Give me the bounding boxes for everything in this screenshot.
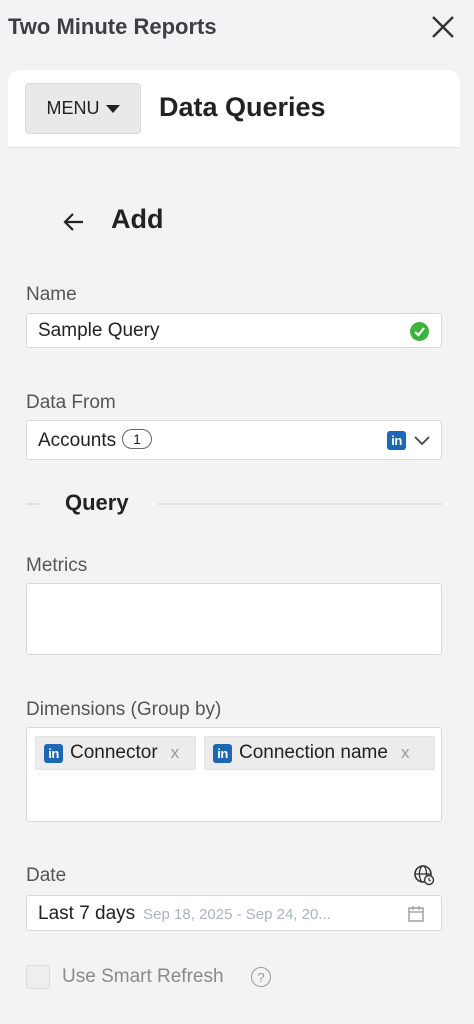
menu-button[interactable]: MENU xyxy=(25,83,141,134)
caret-down-icon xyxy=(105,104,120,113)
arrow-left-icon xyxy=(63,213,83,231)
date-value-wrap: Last 7 days Sep 18, 2025 - Sep 24, 20... xyxy=(38,903,331,925)
dimension-chip[interactable]: in Connector x xyxy=(35,736,196,770)
close-icon xyxy=(432,16,454,38)
back-button[interactable] xyxy=(60,204,88,240)
linkedin-icon: in xyxy=(387,431,406,450)
dimensions-field[interactable]: in Connector x in Connection name x xyxy=(26,727,442,822)
menu-label: MENU xyxy=(46,98,100,118)
metrics-label: Metrics xyxy=(26,555,88,576)
section-divider-left xyxy=(26,503,40,505)
help-icon[interactable]: ? xyxy=(251,967,271,987)
data-from-select[interactable]: Accounts 1 in xyxy=(26,420,442,460)
data-from-value-wrap: Accounts 1 xyxy=(38,429,152,452)
chevron-down-icon xyxy=(414,436,430,446)
linkedin-icon: in xyxy=(213,743,232,763)
data-from-label: Data From xyxy=(26,392,116,413)
dimension-chip-label: Connection name xyxy=(239,742,388,763)
date-range-text: Sep 18, 2025 - Sep 24, 20... xyxy=(143,906,331,923)
date-field[interactable]: Last 7 days Sep 18, 2025 - Sep 24, 20... xyxy=(26,895,442,931)
accounts-count-badge: 1 xyxy=(122,429,152,449)
query-panel: MENU Data Queries Add Name Sample Query … xyxy=(8,70,460,1024)
panel-header: MENU Data Queries xyxy=(8,70,460,148)
date-label: Date xyxy=(26,865,67,886)
name-value: Sample Query xyxy=(38,320,160,341)
linkedin-icon: in xyxy=(44,743,63,763)
page-title: Data Queries xyxy=(159,92,326,122)
check-circle-icon xyxy=(410,322,429,341)
name-field[interactable]: Sample Query xyxy=(26,313,442,348)
app-title: Two Minute Reports xyxy=(8,14,217,39)
name-label: Name xyxy=(26,284,77,305)
dimension-chip-label: Connector xyxy=(70,742,158,763)
query-section-title: Query xyxy=(65,490,129,515)
metrics-field[interactable] xyxy=(26,583,442,655)
data-from-value: Accounts xyxy=(38,430,117,451)
section-divider-right xyxy=(158,503,442,505)
date-value: Last 7 days xyxy=(38,903,136,924)
globe-clock-icon[interactable] xyxy=(412,863,436,887)
chip-remove-icon[interactable]: x xyxy=(171,743,180,763)
form-heading: Add xyxy=(111,204,164,234)
calendar-icon[interactable] xyxy=(407,905,425,923)
chip-remove-icon[interactable]: x xyxy=(401,743,410,763)
top-bar: Two Minute Reports xyxy=(0,0,474,56)
dimension-chip[interactable]: in Connection name x xyxy=(204,736,435,770)
smart-refresh-checkbox[interactable] xyxy=(26,965,50,989)
close-button[interactable] xyxy=(428,12,458,42)
smart-refresh-label: Use Smart Refresh xyxy=(62,966,224,987)
dimensions-label: Dimensions (Group by) xyxy=(26,699,222,720)
